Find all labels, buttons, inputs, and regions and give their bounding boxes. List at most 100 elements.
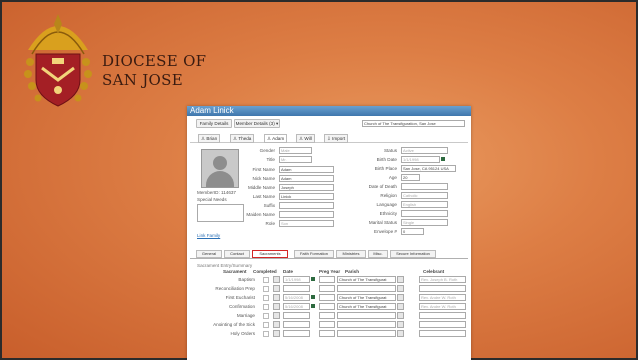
member-button-will[interactable]: ♙ Will (296, 134, 315, 143)
preg-year-field[interactable] (319, 321, 335, 328)
religion-field[interactable]: Catholic (401, 192, 448, 199)
language-field[interactable]: English (401, 201, 448, 208)
member-button-adam[interactable]: ♙ Adam (264, 134, 288, 143)
completed-checkbox[interactable] (263, 277, 269, 283)
parish-field[interactable]: Church of The Transfigurat (337, 294, 396, 301)
parish-lookup-icon[interactable] (397, 330, 404, 337)
preg-year-field[interactable] (319, 312, 335, 319)
parish-field[interactable] (337, 285, 396, 292)
suffix-field[interactable] (279, 202, 334, 209)
parish-field[interactable] (337, 330, 396, 337)
preg-year-field[interactable] (319, 330, 335, 337)
member-details-dropdown[interactable]: Member Details (3) ▾ (234, 119, 280, 128)
maiden-name-label: Maiden Name (246, 212, 275, 217)
role-field[interactable]: Son (279, 220, 334, 227)
age-field[interactable]: 20 (401, 174, 420, 181)
tab-ministries[interactable]: Ministries (336, 250, 366, 258)
column-header-preg-year: Preg Year (319, 269, 341, 274)
member-button-brian-label: Brian (206, 136, 218, 141)
date-field[interactable]: 5/16/2008 (283, 294, 310, 301)
marital-status-field[interactable]: Single (401, 219, 448, 226)
person-icon: ♙ (267, 136, 272, 141)
lock-icon[interactable] (273, 285, 280, 292)
celebrant-field[interactable] (419, 321, 466, 328)
parish-field[interactable] (337, 312, 396, 319)
calendar-icon[interactable] (441, 157, 445, 161)
date-of-death-field[interactable] (401, 183, 448, 190)
celebrant-field[interactable] (419, 312, 466, 319)
gender-field[interactable]: Male (279, 147, 312, 154)
completed-checkbox[interactable] (263, 313, 269, 319)
lock-icon[interactable] (273, 312, 280, 319)
calendar-icon[interactable] (311, 304, 315, 308)
lock-icon[interactable] (273, 294, 280, 301)
row-label-baptism: Baptism (238, 277, 255, 282)
celebrant-field[interactable]: Rev. Andre W. Roth (419, 294, 466, 301)
member-button-adam-label: Adam (272, 136, 285, 141)
celebrant-field[interactable]: Rev. Andre W. Roth (419, 303, 466, 310)
status-field[interactable]: Active (401, 147, 448, 154)
title-field[interactable]: Mr. (279, 156, 312, 163)
date-field[interactable] (283, 312, 310, 319)
tab-general[interactable]: General (196, 250, 222, 258)
diocese-title-line2: SAN JOSE (102, 71, 183, 89)
parish-lookup-icon[interactable] (397, 303, 404, 310)
preg-year-field[interactable] (319, 285, 335, 292)
last-name-field[interactable]: Linick (279, 193, 334, 200)
middle-name-field[interactable]: Joseph (279, 184, 334, 191)
tab-misc[interactable]: Misc. (368, 250, 388, 258)
completed-checkbox[interactable] (263, 322, 269, 328)
parish-field[interactable] (337, 321, 396, 328)
tab-secure-information[interactable]: Secure Information (390, 250, 436, 258)
celebrant-field[interactable] (419, 285, 466, 292)
celebrant-field[interactable] (419, 330, 466, 337)
birth-place-field[interactable]: San Jose, CA 95124 USA (401, 165, 456, 172)
parish-lookup-icon[interactable] (397, 312, 404, 319)
family-details-button[interactable]: Family Details (196, 119, 232, 128)
completed-checkbox[interactable] (263, 286, 269, 292)
row-label-holy-orders: Holy Orders (230, 331, 255, 336)
calendar-icon[interactable] (311, 295, 315, 299)
first-name-field[interactable]: Adam (279, 166, 334, 173)
link-family-link[interactable]: Link Family (197, 233, 220, 238)
parish-lookup-icon[interactable] (397, 321, 404, 328)
lock-icon[interactable] (273, 276, 280, 283)
parish-lookup-icon[interactable] (397, 285, 404, 292)
parish-lookup-icon[interactable] (397, 294, 404, 301)
ethnicity-field[interactable] (401, 210, 448, 217)
member-button-brian[interactable]: ♙ Brian (198, 134, 221, 143)
tab-contact[interactable]: Contact (224, 250, 250, 258)
calendar-icon[interactable] (311, 277, 315, 281)
maiden-name-field[interactable] (279, 211, 334, 218)
parish-field[interactable]: Church of The Transfigurat (337, 303, 396, 310)
member-id: MemberID: 114637 (197, 190, 236, 195)
lock-icon[interactable] (273, 303, 280, 310)
parish-field[interactable]: Church of The Transfiguration, San Jose (362, 120, 465, 127)
envelope-field[interactable]: 0 (401, 228, 424, 235)
member-photo-placeholder[interactable] (201, 149, 239, 188)
lock-icon[interactable] (273, 330, 280, 337)
completed-checkbox[interactable] (263, 304, 269, 310)
celebrant-field[interactable]: Rev. Joseph B. Roth (419, 276, 466, 283)
completed-checkbox[interactable] (263, 295, 269, 301)
date-field[interactable]: 5/16/2008 (283, 303, 310, 310)
date-field[interactable]: 1/1/1998 (283, 276, 310, 283)
preg-year-field[interactable] (319, 294, 335, 301)
tab-faith-formation[interactable]: Faith Formation (294, 250, 334, 258)
completed-checkbox[interactable] (263, 331, 269, 337)
nick-name-field[interactable]: Adam (279, 175, 334, 182)
section-title: Sacrament Entry/Summary (197, 263, 253, 268)
member-button-theda[interactable]: ♙ Theda (230, 134, 255, 143)
preg-year-field[interactable] (319, 276, 335, 283)
parish-lookup-icon[interactable] (397, 276, 404, 283)
date-field[interactable] (283, 330, 310, 337)
parish-field[interactable]: Church of The Transfigurat (337, 276, 396, 283)
tab-sacraments[interactable]: Sacraments (252, 250, 288, 258)
date-field[interactable] (283, 321, 310, 328)
import-button[interactable]: ⇩ Import (324, 134, 349, 143)
date-field[interactable] (283, 285, 310, 292)
birth-date-field[interactable]: 1/1/1998 (401, 156, 440, 163)
row-label-confirmation: Confirmation (228, 304, 255, 309)
preg-year-field[interactable] (319, 303, 335, 310)
lock-icon[interactable] (273, 321, 280, 328)
